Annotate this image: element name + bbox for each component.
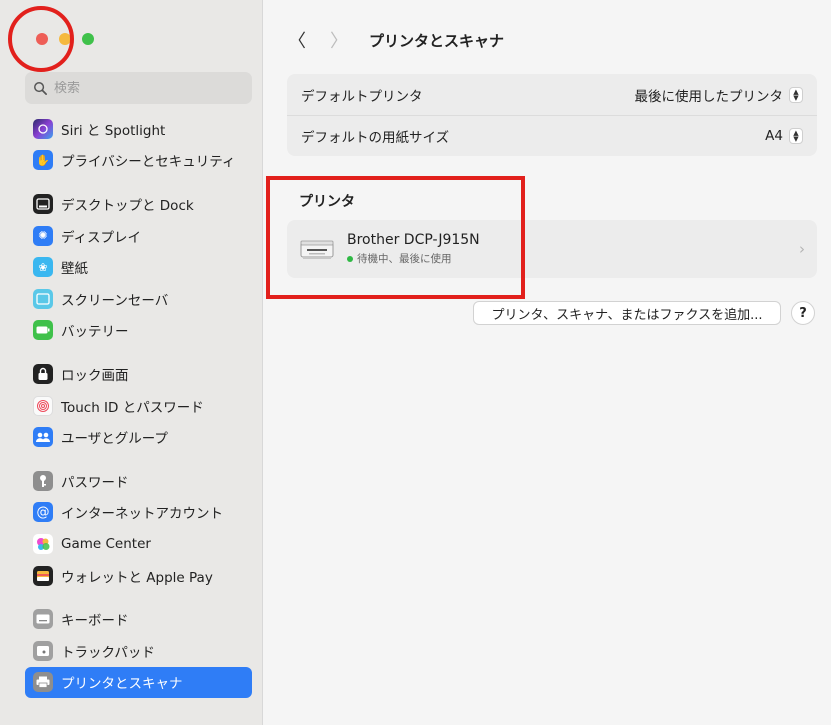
sidebar-item-battery[interactable]: バッテリー (25, 315, 252, 347)
trackpad-icon (33, 640, 53, 661)
forward-button[interactable]: 〉 (325, 26, 353, 54)
battery-icon (33, 320, 53, 341)
sidebar-item-lock-screen[interactable]: ロック画面 (25, 358, 252, 390)
sidebar-item-label: デスクトップと Dock (61, 197, 194, 214)
sidebar-item-label: Game Center (61, 535, 151, 552)
key-icon (33, 470, 53, 491)
settings-window: Siri と Spotlight ✋ プライバシーとセキュリティ デスクトップと… (0, 0, 831, 725)
display-icon: ✺ (33, 225, 53, 246)
sidebar-item-label: バッテリー (61, 324, 129, 341)
sidebar-item-label: 壁紙 (61, 261, 88, 278)
at-icon: @ (33, 502, 53, 523)
wallpaper-icon: ❀ (33, 257, 53, 278)
help-button[interactable]: ? (791, 301, 815, 325)
add-printer-button[interactable]: プリンタ、スキャナ、またはファクスを追加... (473, 301, 781, 325)
sidebar-item-touch-id[interactable]: Touch ID とパスワード (25, 390, 252, 422)
users-icon (33, 427, 53, 448)
fingerprint-icon (33, 395, 53, 416)
default-printer-label: デフォルトプリンタ (301, 88, 423, 105)
paper-size-popup[interactable]: A4 ▲ ▼ (765, 128, 803, 144)
page-title: プリンタとスキャナ (369, 31, 505, 50)
sidebar-item-wallet[interactable]: ウォレットと Apple Pay (25, 560, 252, 592)
sidebar-item-wallpaper[interactable]: ❀ 壁紙 (25, 251, 252, 283)
sidebar-item-label: スクリーンセーバ (61, 292, 169, 309)
toolbar: 〈 〉 プリンタとスキャナ (263, 24, 831, 56)
sidebar-item-users-groups[interactable]: ユーザとグループ (25, 421, 252, 453)
sidebar: Siri と Spotlight ✋ プライバシーとセキュリティ デスクトップと… (0, 0, 263, 725)
sidebar-item-label: トラックパッド (61, 644, 155, 661)
paper-size-value: A4 (765, 128, 783, 144)
search-box[interactable] (25, 72, 252, 104)
defaults-group: デフォルトプリンタ 最後に使用したプリンタ ▲ ▼ デフォルトの用紙サイズ A4 … (287, 74, 817, 156)
sidebar-item-label: Siri と Spotlight (61, 122, 166, 139)
search-icon (34, 81, 47, 95)
paper-size-label: デフォルトの用紙サイズ (301, 130, 450, 146)
screensaver-icon (33, 288, 53, 309)
default-printer-value: 最後に使用したプリンタ (634, 88, 784, 105)
search-input[interactable] (54, 80, 234, 96)
updown-chevron-icon: ▲ ▼ (789, 128, 803, 144)
main-pane: 〈 〉 プリンタとスキャナ デフォルトプリンタ 最後に使用したプリンタ ▲ ▼ デ… (263, 0, 831, 725)
wallet-icon (33, 565, 53, 586)
sidebar-item-label: パスワード (61, 474, 129, 491)
sidebar-item-label: プライバシーとセキュリティ (61, 154, 236, 171)
printer-icon (33, 672, 53, 693)
sidebar-item-label: Touch ID とパスワード (61, 399, 204, 416)
zoom-button[interactable] (82, 33, 94, 45)
game-center-icon (33, 533, 53, 554)
chevron-left-icon: 〈 (288, 31, 306, 52)
updown-chevron-icon: ▲ ▼ (789, 86, 803, 103)
sidebar-item-passwords[interactable]: パスワード (25, 465, 252, 497)
sidebar-item-screensaver[interactable]: スクリーンセーバ (25, 283, 252, 315)
sidebar-item-label: ウォレットと Apple Pay (61, 569, 213, 586)
sidebar-item-trackpad[interactable]: トラックパッド (25, 635, 252, 667)
sidebar-item-printers-scanners[interactable]: プリンタとスキャナ (25, 666, 252, 699)
sidebar-item-internet-accounts[interactable]: @ インターネットアカウント (25, 497, 252, 529)
sidebar-item-label: ユーザとグループ (61, 431, 168, 448)
sidebar-list: Siri と Spotlight ✋ プライバシーとセキュリティ デスクトップと… (25, 113, 252, 699)
default-printer-row: デフォルトプリンタ 最後に使用したプリンタ ▲ ▼ (287, 74, 817, 115)
chevron-right-icon: › (799, 240, 805, 258)
dock-icon (33, 193, 53, 214)
sidebar-item-label: ディスプレイ (61, 229, 142, 246)
siri-icon (33, 118, 53, 139)
sidebar-item-game-center[interactable]: Game Center (25, 528, 252, 560)
annotation-circle (8, 6, 74, 72)
sidebar-item-label: ロック画面 (61, 367, 129, 384)
sidebar-item-label: インターネットアカウント (61, 506, 223, 523)
sidebar-item-siri[interactable]: Siri と Spotlight (25, 113, 252, 145)
sidebar-item-label: キーボード (61, 613, 129, 630)
paper-size-row: デフォルトの用紙サイズ A4 ▲ ▼ (287, 115, 817, 156)
sidebar-item-keyboard[interactable]: キーボード (25, 603, 252, 635)
sidebar-item-displays[interactable]: ✺ ディスプレイ (25, 220, 252, 252)
sidebar-item-desktop-dock[interactable]: デスクトップと Dock (25, 188, 252, 220)
hand-icon: ✋ (33, 150, 53, 171)
back-button[interactable]: 〈 (283, 26, 311, 54)
keyboard-icon (33, 609, 53, 630)
sidebar-item-label: プリンタとスキャナ (61, 676, 183, 693)
chevron-right-icon: 〉 (330, 31, 348, 52)
lock-screen-icon (33, 363, 53, 384)
default-printer-popup[interactable]: 最後に使用したプリンタ ▲ ▼ (634, 85, 803, 105)
sidebar-item-privacy[interactable]: ✋ プライバシーとセキュリティ (25, 145, 252, 177)
annotation-rectangle (266, 176, 525, 299)
